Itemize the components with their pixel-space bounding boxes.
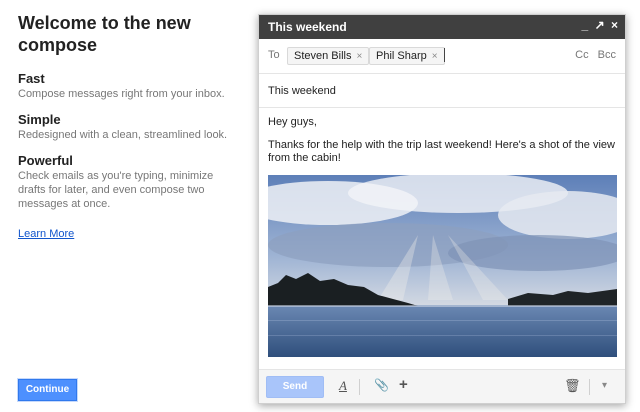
message-body[interactable]: Hey guys, Thanks for the help with the t… bbox=[259, 108, 625, 357]
subject-value: This weekend bbox=[268, 85, 336, 97]
window-controls: _ ↗ × bbox=[579, 18, 618, 32]
body-line: Hey guys, bbox=[268, 116, 317, 128]
recipient-name: Steven Bills bbox=[294, 50, 352, 62]
feature-title: Powerful bbox=[18, 153, 73, 168]
bcc-link[interactable]: Bcc bbox=[598, 49, 616, 61]
feature-title: Fast bbox=[18, 71, 45, 86]
remove-recipient-icon[interactable]: × bbox=[432, 51, 438, 62]
feature-simple: Simple Redesigned with a clean, streamli… bbox=[18, 112, 243, 142]
send-button[interactable]: Send bbox=[266, 376, 324, 398]
cc-bcc-links: Cc Bcc bbox=[569, 49, 616, 61]
recipient-chip[interactable]: Phil Sharp × bbox=[369, 47, 445, 65]
intro-title: Welcome to the new compose bbox=[18, 13, 191, 55]
feature-desc: Compose messages right from your inbox. bbox=[18, 88, 225, 100]
compose-window: This weekend _ ↗ × To Steven Bills × Phil… bbox=[258, 14, 626, 404]
toolbar-divider bbox=[359, 379, 360, 395]
toolbar-divider bbox=[589, 379, 590, 395]
subject-field[interactable]: This weekend bbox=[259, 74, 625, 108]
to-field[interactable]: To Steven Bills × Phil Sharp × Cc Bcc bbox=[259, 39, 625, 74]
to-label: To bbox=[268, 49, 280, 61]
recipient-name: Phil Sharp bbox=[376, 50, 427, 62]
compose-titlebar[interactable]: This weekend _ ↗ × bbox=[259, 15, 625, 39]
feature-desc: Redesigned with a clean, streamlined loo… bbox=[18, 129, 228, 141]
intro-panel: Welcome to the new compose Fast Compose … bbox=[18, 12, 243, 242]
learn-more-link[interactable]: Learn More bbox=[18, 228, 74, 240]
close-icon[interactable]: × bbox=[611, 18, 618, 32]
remove-recipient-icon[interactable]: × bbox=[356, 51, 362, 62]
feature-title: Simple bbox=[18, 112, 61, 127]
more-options-icon[interactable]: ▾ bbox=[602, 380, 607, 391]
cc-link[interactable]: Cc bbox=[575, 49, 588, 61]
trash-icon[interactable]: 🗑 bbox=[564, 378, 581, 394]
popout-icon[interactable]: ↗ bbox=[595, 18, 605, 32]
minimize-icon[interactable]: _ bbox=[582, 18, 589, 32]
attach-icon[interactable]: 📎 bbox=[374, 378, 389, 392]
formatting-icon[interactable]: A bbox=[339, 378, 347, 394]
inline-photo bbox=[268, 175, 617, 357]
cabin-view-image bbox=[268, 175, 617, 357]
feature-powerful: Powerful Check emails as you're typing, … bbox=[18, 153, 243, 211]
text-caret bbox=[444, 48, 445, 62]
feature-desc: Check emails as you're typing, minimize … bbox=[18, 170, 214, 210]
recipient-chip[interactable]: Steven Bills × bbox=[287, 47, 370, 65]
body-line: Thanks for the help with the trip last w… bbox=[268, 139, 615, 164]
compose-toolbar: Send A 📎 + 🗑 ▾ bbox=[259, 369, 625, 403]
feature-fast: Fast Compose messages right from your in… bbox=[18, 71, 243, 101]
continue-button[interactable]: Continue bbox=[18, 379, 77, 401]
insert-icon[interactable]: + bbox=[399, 376, 408, 393]
compose-title: This weekend bbox=[268, 20, 347, 34]
